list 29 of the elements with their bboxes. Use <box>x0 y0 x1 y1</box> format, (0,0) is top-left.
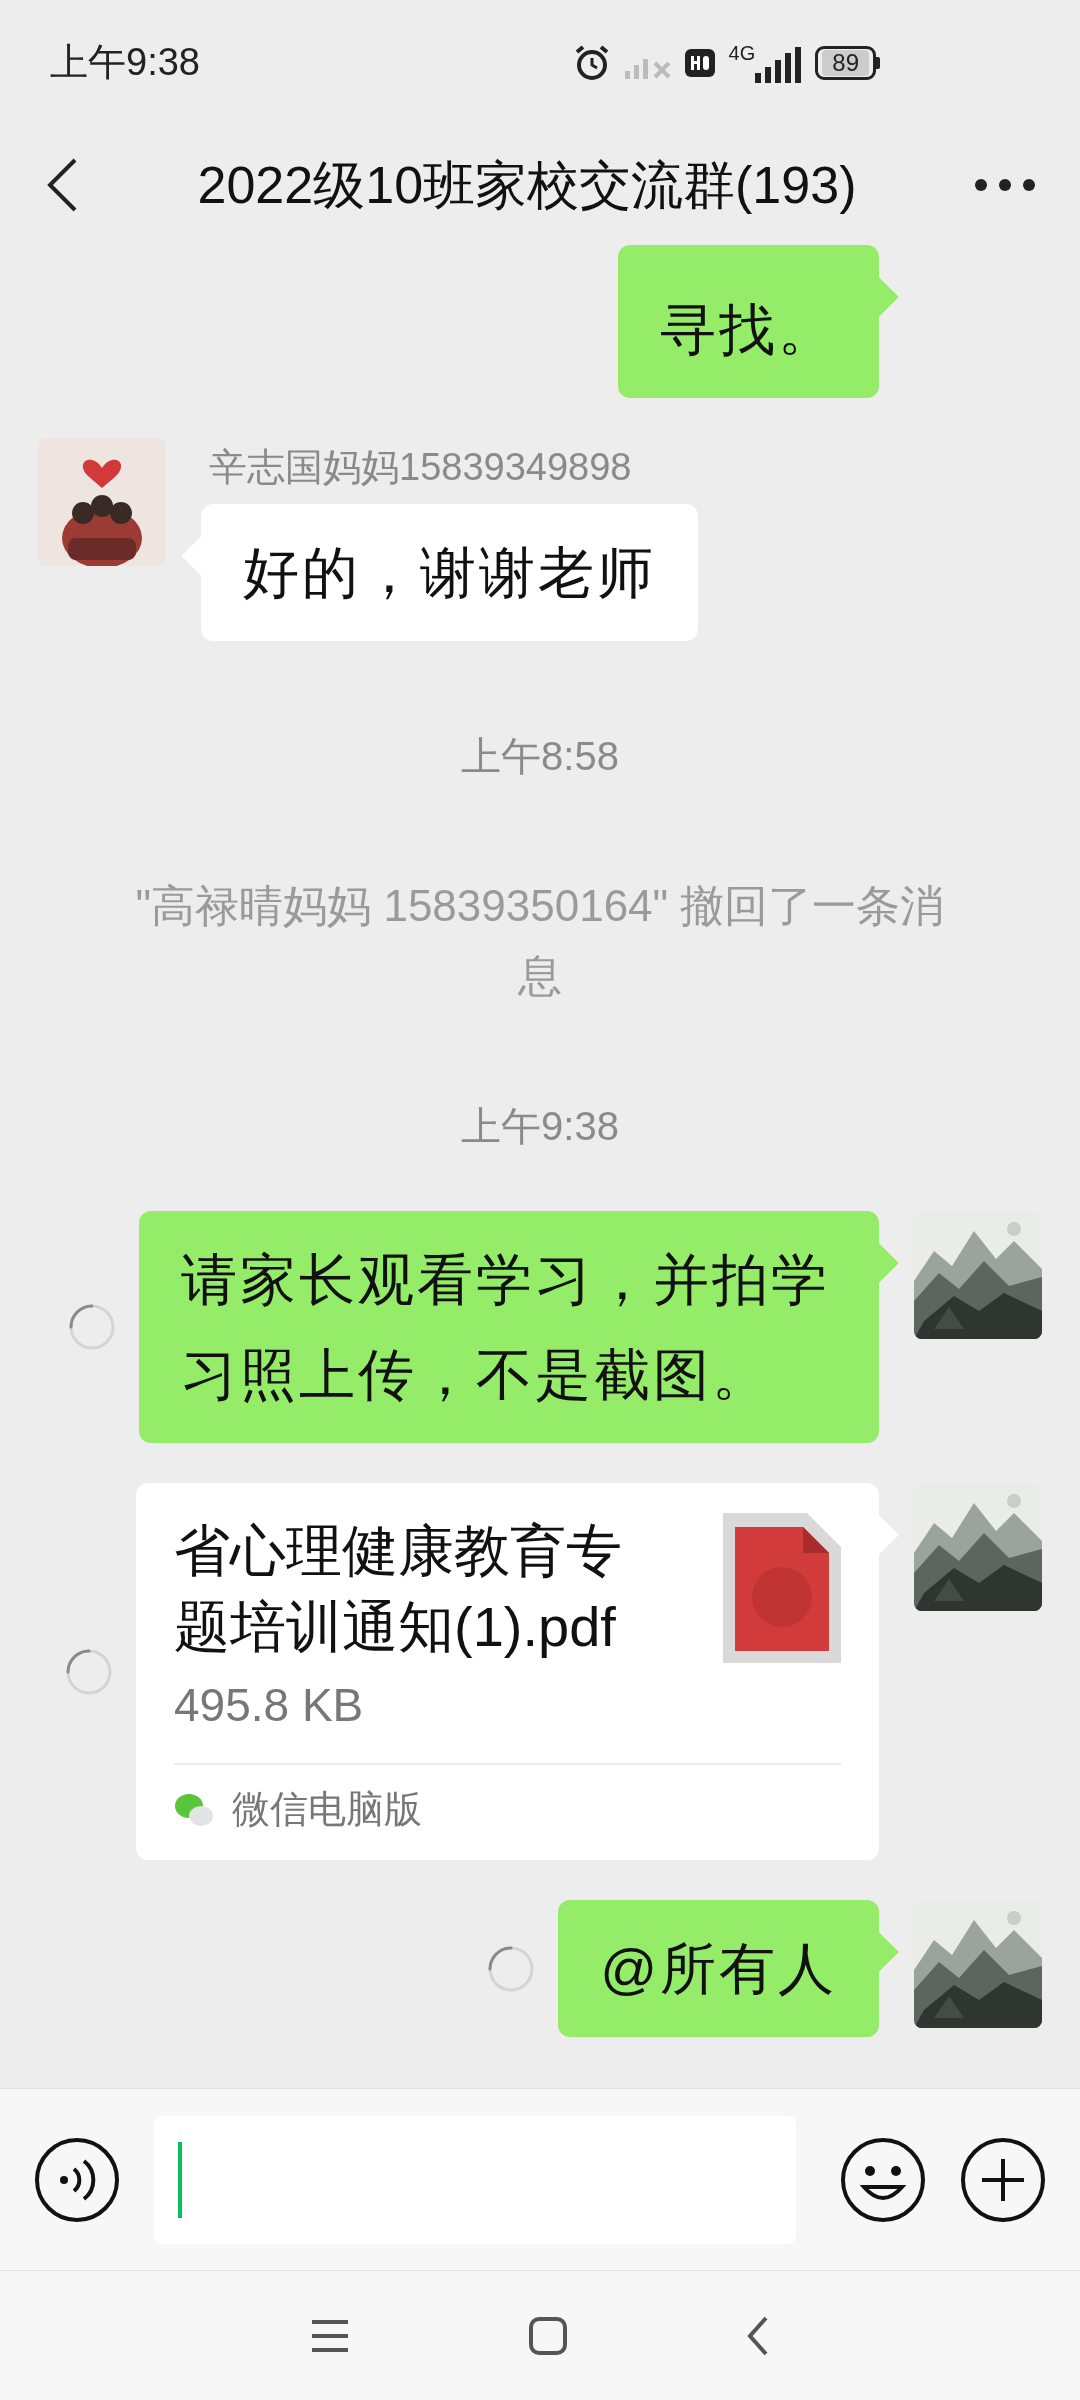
status-time: 上午9:38 <box>50 40 200 85</box>
network-type: 4G <box>728 42 756 63</box>
file-size: 495.8 KB <box>174 1678 365 1733</box>
home-icon[interactable] <box>529 2316 567 2355</box>
file-card[interactable]: 省心理健康教育专题培训通知(1).pdf 495.8 KB 微信电脑版 <box>136 1483 879 1860</box>
message-bubble[interactable]: 好的，谢谢老师 <box>201 504 698 641</box>
sender-name: 辛志国妈妈15839349898 <box>209 445 632 490</box>
file-name: 省心理健康教育专题培训通知(1).pdf <box>174 1518 623 1660</box>
chat-app-icon <box>174 1791 214 1828</box>
message-bubble[interactable]: 请家长观看学习，并拍学习照上传，不是截图。 <box>139 1211 879 1443</box>
pdf-file-icon <box>723 1513 841 1663</box>
hd-icon <box>684 48 715 77</box>
plus-icon[interactable] <box>960 2136 1046 2223</box>
chat-title: 2022级10班家校交流群(193) <box>197 155 857 216</box>
menu-icon[interactable] <box>309 2317 350 2354</box>
signal-icon <box>755 46 802 83</box>
timestamp: 上午9:38 <box>461 1106 619 1146</box>
back-icon[interactable] <box>45 157 79 213</box>
message-input[interactable] <box>154 2115 796 2244</box>
no-signal-icon <box>624 56 671 79</box>
timestamp: 上午8:58 <box>461 736 619 776</box>
message-bubble[interactable]: @所有人 <box>558 1900 879 2037</box>
message-bubble[interactable]: 寻找。 <box>618 245 879 398</box>
recall-notice: "高禄晴妈妈 15839350164" 撤回了一条消息 <box>134 880 946 1002</box>
source-label: 微信电脑版 <box>232 1787 422 1832</box>
voice-icon[interactable] <box>34 2136 120 2223</box>
battery-indicator: 89 <box>815 45 880 80</box>
emoji-icon[interactable] <box>840 2136 926 2223</box>
more-icon[interactable] <box>975 179 1035 191</box>
